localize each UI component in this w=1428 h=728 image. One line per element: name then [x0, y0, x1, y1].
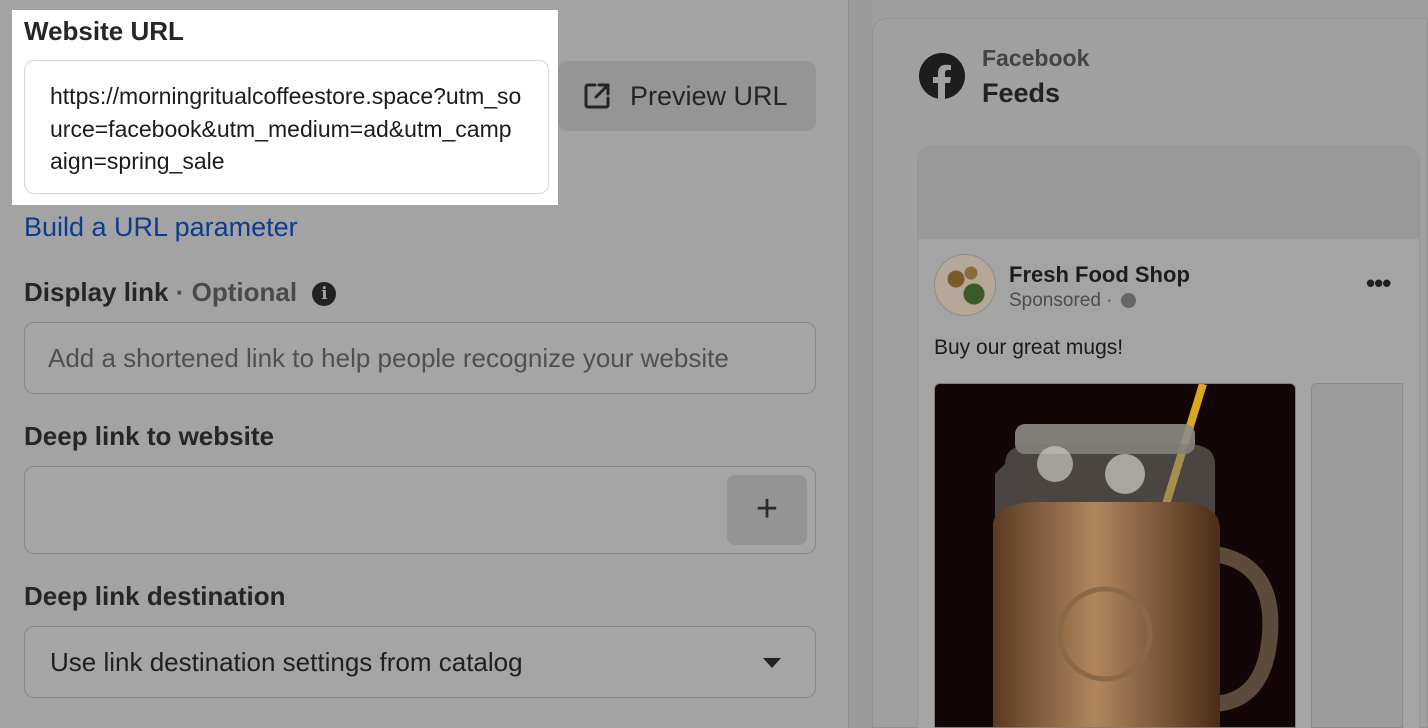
optional-tag: · Optional — [175, 277, 298, 307]
website-url-input[interactable]: https://morningritualcoffeestore.space?u… — [24, 60, 549, 194]
preview-url-button[interactable]: Preview URL — [558, 61, 816, 131]
page-name: Fresh Food Shop — [1009, 262, 1190, 287]
globe-icon — [1120, 293, 1136, 308]
deep-link-destination-label: Deep link destination — [24, 581, 286, 611]
display-link-heading: Display link · Optional i — [24, 277, 337, 308]
website-url-label: Website URL — [24, 16, 184, 46]
deep-link-input[interactable]: + — [24, 466, 816, 554]
preview-placement: Feeds — [982, 78, 1061, 108]
more-options-icon[interactable]: ••• — [1366, 268, 1391, 299]
build-url-parameter-link[interactable]: Build a URL parameter — [24, 212, 298, 243]
carousel-image-next[interactable] — [1311, 383, 1403, 728]
preview-url-label: Preview URL — [630, 80, 788, 111]
deep-link-label: Deep link to website — [24, 421, 274, 451]
sponsored-text: Sponsored · — [1009, 290, 1113, 311]
sponsored-label: Sponsored · — [1009, 290, 1136, 312]
panel-divider — [848, 0, 872, 728]
ad-primary-text: Buy our great mugs! — [934, 336, 1124, 359]
plus-icon[interactable]: + — [727, 475, 807, 545]
display-link-input[interactable]: Add a shortened link to help people reco… — [24, 322, 816, 394]
external-link-icon — [584, 83, 610, 109]
preview-platform: Facebook — [982, 45, 1090, 71]
info-icon[interactable]: i — [312, 282, 337, 306]
carousel-image[interactable] — [934, 383, 1296, 728]
deep-link-destination-value: Use link destination settings from catal… — [50, 647, 523, 677]
iced-coffee-jar-illustration — [935, 384, 1295, 727]
page-avatar — [934, 254, 996, 316]
facebook-logo-icon — [919, 53, 965, 99]
deep-link-destination-select[interactable]: Use link destination settings from catal… — [24, 626, 816, 698]
card-header-strip — [918, 147, 1419, 239]
display-link-label: Display link — [24, 277, 169, 307]
chevron-down-icon — [763, 658, 781, 668]
